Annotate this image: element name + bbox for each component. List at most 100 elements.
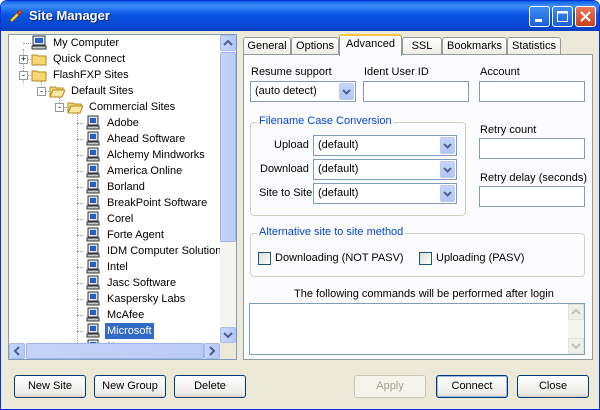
scroll-thumb[interactable]	[220, 52, 236, 242]
expand-toggle-icon[interactable]: +	[19, 55, 28, 64]
scroll-corner	[220, 343, 236, 359]
tree-horizontal-scrollbar[interactable]	[9, 343, 220, 359]
dropdown-button[interactable]	[339, 83, 354, 100]
group-title: Filename Case Conversion	[257, 115, 394, 127]
uploading-pasv-checkbox[interactable]	[419, 252, 432, 265]
title-bar[interactable]: Site Manager	[1, 1, 599, 31]
tree-item-label: My Computer	[53, 37, 120, 49]
resume-support-value: (auto detect)	[255, 85, 317, 97]
scroll-left-button[interactable]	[9, 343, 25, 359]
download-case-select[interactable]: (default)	[313, 159, 457, 180]
scroll-thumb[interactable]	[26, 343, 204, 359]
tab-label: General	[247, 40, 287, 52]
server-icon	[86, 211, 100, 226]
server-icon	[86, 291, 100, 306]
dropdown-button[interactable]	[440, 161, 455, 178]
apply-button[interactable]: Apply	[354, 375, 426, 398]
account-input[interactable]	[479, 81, 585, 102]
retry-count-label: Retry count	[480, 124, 537, 136]
server-icon	[86, 115, 100, 130]
tree-item-label: Intel	[107, 261, 128, 273]
commands-scrollbar[interactable]	[568, 304, 584, 354]
site-tree[interactable]: My Computer + Quick Connect - FlashFXP S…	[8, 34, 237, 360]
site-to-site-case-select[interactable]: (default)	[313, 183, 457, 204]
new-group-button[interactable]: New Group	[94, 375, 166, 398]
chevron-down-icon	[443, 191, 452, 197]
chevron-left-icon	[13, 346, 20, 356]
dropdown-button[interactable]	[440, 137, 455, 154]
tab-statistics[interactable]: Statistics	[507, 37, 561, 55]
tab-ssl[interactable]: SSL	[402, 37, 442, 55]
tab-bookmarks[interactable]: Bookmarks	[442, 37, 507, 55]
tree-item-label: Kaspersky Labs	[107, 293, 186, 305]
chevron-down-icon	[571, 343, 581, 350]
window-title: Site Manager	[29, 8, 110, 23]
minimize-button[interactable]	[529, 6, 550, 27]
maximize-button[interactable]	[552, 6, 573, 27]
chevron-down-icon	[223, 332, 233, 339]
chevron-right-icon	[209, 346, 216, 356]
tree-item-label: Quick Connect	[53, 53, 126, 65]
tree-item-label: Microsoft	[105, 323, 154, 339]
folder-icon	[31, 54, 47, 66]
collapse-toggle-icon[interactable]: -	[19, 71, 28, 80]
connect-button[interactable]: Connect	[436, 375, 508, 398]
post-login-commands-textarea[interactable]	[249, 303, 585, 355]
tab-label: Bookmarks	[446, 40, 503, 52]
ident-user-id-input[interactable]	[363, 81, 469, 102]
close-button[interactable]	[575, 6, 596, 27]
retry-count-input[interactable]	[479, 138, 585, 159]
resume-support-select[interactable]: (auto detect)	[250, 81, 356, 102]
chevron-down-icon	[443, 143, 452, 149]
tree-item-label: Default Sites	[71, 85, 134, 97]
site-to-site-label: Site to Site	[259, 187, 313, 199]
scroll-down-button[interactable]	[568, 338, 584, 354]
tab-general[interactable]: General	[243, 37, 291, 55]
folder-icon	[31, 70, 47, 82]
tree-item-label: FlashFXP Sites	[53, 69, 129, 81]
site-manager-window: Site Manager My Computer + Quick Connect	[0, 0, 600, 410]
upload-label: Upload	[274, 139, 309, 151]
tree-item-label: IDM Computer Solutions	[107, 245, 227, 257]
scroll-down-button[interactable]	[220, 327, 236, 343]
tab-label: Statistics	[511, 40, 556, 52]
scroll-up-button[interactable]	[220, 35, 236, 51]
server-icon	[86, 243, 100, 258]
new-site-button[interactable]: New Site	[14, 375, 86, 398]
server-icon	[86, 275, 100, 290]
downloading-not-pasv-checkbox[interactable]	[258, 252, 271, 265]
tree-item-label: Borland	[107, 181, 145, 193]
tab-label: Advanced	[346, 38, 395, 50]
upload-case-select[interactable]: (default)	[313, 135, 457, 156]
tree-item-label: Ahead Software	[107, 133, 186, 145]
collapse-toggle-icon[interactable]: -	[37, 87, 46, 96]
tree-item-label: BreakPoint Software	[107, 197, 208, 209]
uploading-pasv-label[interactable]: Uploading (PASV)	[436, 252, 524, 264]
account-label: Account	[480, 66, 520, 78]
close-icon	[580, 11, 591, 22]
delete-button[interactable]: Delete	[174, 375, 246, 398]
tab-label: Options	[296, 40, 334, 52]
commands-label: The following commands will be performed…	[294, 288, 554, 300]
maximize-icon	[557, 11, 568, 22]
tab-advanced[interactable]: Advanced	[339, 34, 402, 56]
server-icon	[86, 195, 100, 210]
tab-options[interactable]: Options	[291, 37, 339, 55]
retry-delay-input[interactable]	[479, 186, 585, 207]
retry-delay-label: Retry delay (seconds)	[480, 172, 587, 184]
close-dialog-button[interactable]: Close	[517, 375, 589, 398]
tree-vertical-scrollbar[interactable]	[220, 35, 236, 343]
minimize-icon	[535, 19, 542, 22]
folder-open-icon	[67, 102, 83, 114]
downloading-not-pasv-label[interactable]: Downloading (NOT PASV)	[275, 252, 404, 264]
chevron-up-icon	[223, 39, 233, 46]
chevron-up-icon	[571, 308, 581, 315]
flashfxp-app-icon	[8, 8, 24, 24]
scroll-up-button[interactable]	[568, 304, 584, 320]
scroll-right-button[interactable]	[204, 343, 220, 359]
collapse-toggle-icon[interactable]: -	[55, 103, 64, 112]
server-icon	[86, 227, 100, 242]
tree-item-label: Adobe	[107, 117, 139, 129]
ident-user-id-label: Ident User ID	[364, 66, 429, 78]
dropdown-button[interactable]	[440, 185, 455, 202]
